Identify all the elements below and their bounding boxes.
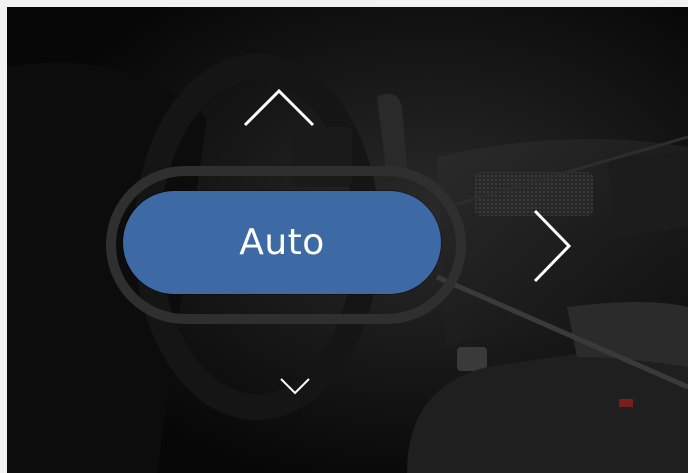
chevron-down-icon[interactable] [275, 373, 315, 399]
chevron-up-icon[interactable] [239, 83, 319, 131]
mode-selector-button[interactable]: Auto [123, 191, 441, 294]
mode-label: Auto [239, 222, 325, 263]
climate-mode-screen: Auto [7, 7, 688, 473]
chevron-right-icon[interactable] [525, 205, 575, 287]
